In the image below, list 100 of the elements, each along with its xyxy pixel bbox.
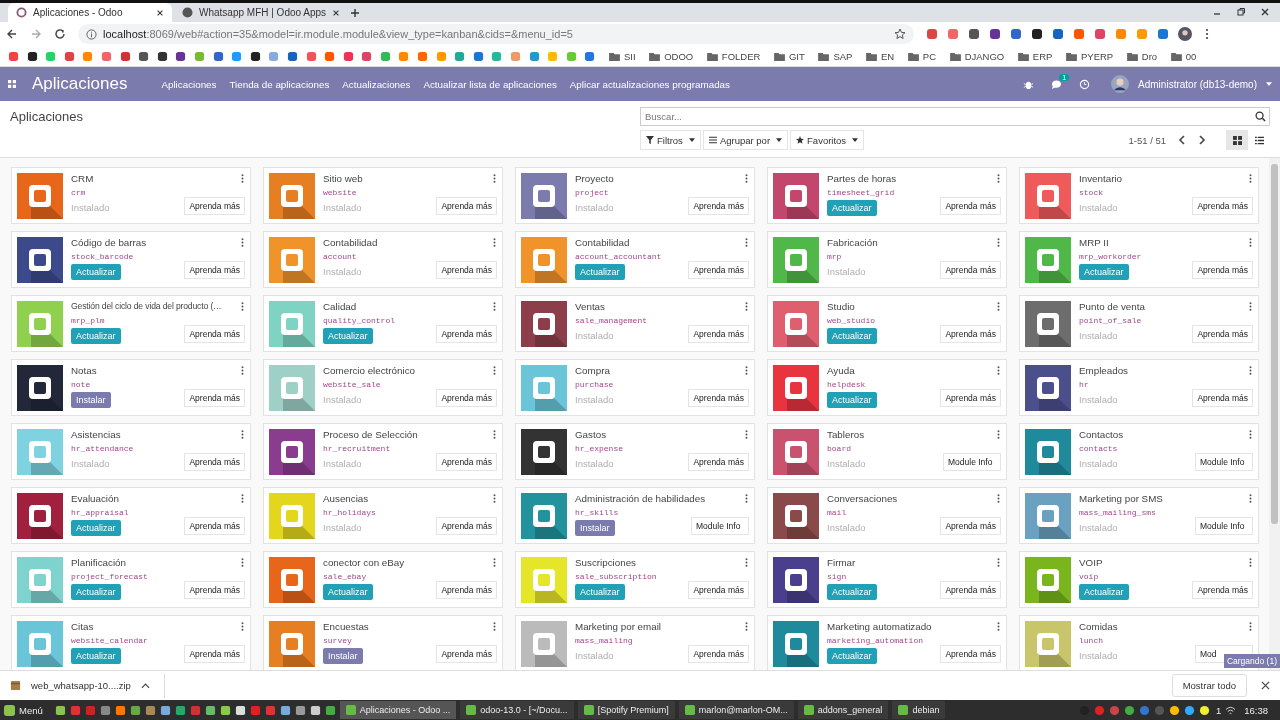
installed-label: Instalado (1079, 394, 1119, 405)
technical-name: mail (827, 508, 848, 517)
notification-count: 1 (1215, 704, 1222, 716)
app-name: Tableros (827, 429, 866, 442)
installed-label: Instalado (71, 202, 110, 213)
app-name: Firmar (827, 557, 857, 570)
technical-name: survey (323, 636, 353, 645)
app-name: Suscripciones (575, 557, 637, 570)
installed-label: Instalado (575, 394, 614, 405)
technical-name: stock (1079, 188, 1104, 197)
app-name: Gastos (575, 429, 608, 442)
clock: 16:38 (1244, 704, 1268, 716)
technical-name: sign (827, 572, 848, 581)
installed-label: Instalado (323, 266, 363, 277)
app-name: Sitio web (323, 173, 363, 186)
installed-label: Instalado (1079, 458, 1119, 469)
app-name: Notas (71, 365, 98, 378)
app-name: VOIP (1079, 557, 1104, 570)
app-name: Marketing automatizado (827, 621, 932, 634)
app-title: Aplicaciones (32, 74, 128, 94)
installed-label: Instalado (827, 522, 867, 533)
technical-name: hr_expense (575, 444, 623, 453)
installed-label: Instalado (323, 458, 363, 469)
technical-name: contacts (1079, 444, 1119, 453)
installed-label: Instalado (71, 458, 111, 469)
app-name: Citas (71, 621, 95, 634)
app-name: Partes de horas (827, 173, 897, 186)
technical-name: account_accountant (575, 252, 662, 261)
technical-name: point_of_sale (1079, 316, 1143, 325)
app-name: Código de barras (71, 237, 147, 250)
technical-name: mass_mailing_sms (1079, 508, 1157, 517)
installed-label: Instalado (575, 650, 615, 661)
technical-name: website (323, 188, 358, 197)
technical-name: hr_holidays (323, 508, 376, 517)
technical-name: hr (1079, 380, 1090, 389)
app-name: Conversaciones (827, 493, 898, 506)
installed-label: Instalado (323, 202, 363, 213)
technical-name: sale_subscription (575, 572, 657, 581)
app-name: Fabricación (827, 237, 878, 250)
technical-name: marketing_automation (827, 636, 924, 645)
installed-label: Instalado (1079, 522, 1119, 533)
technical-name: hr_appraisal (71, 508, 129, 517)
technical-name: quality_control (323, 316, 395, 325)
app-name: Empleados (1079, 365, 1128, 378)
installed-label: Instalado (827, 266, 867, 277)
app-name: Compra (575, 365, 611, 378)
technical-name: mass_mailing (575, 636, 634, 645)
installed-label: Instalado (1079, 650, 1118, 661)
technical-name: sale_ebay (323, 572, 368, 581)
technical-name: crm (71, 188, 87, 197)
technical-name: account (323, 252, 358, 261)
app-name: Proyecto (575, 173, 614, 186)
technical-name: project_forecast (71, 572, 148, 581)
installed-label: Instalado (575, 202, 614, 213)
app-name: Ventas (575, 301, 606, 314)
installed-label: Instalado (575, 458, 615, 469)
installed-label: Instalado (575, 330, 615, 341)
app-name: Calidad (323, 301, 358, 314)
technical-name: web_studio (827, 316, 876, 325)
technical-name: purchase (575, 380, 614, 389)
technical-name: voip (1079, 572, 1100, 581)
installed-label: Instalado (1079, 202, 1119, 213)
app-name: Contabilidad (323, 237, 378, 250)
app-name: Inventario (1079, 173, 1123, 186)
technical-name: lunch (1079, 636, 1104, 645)
technical-name: hr_recruitment (323, 444, 392, 453)
technical-name: website_calendar (71, 636, 148, 645)
app-name: Contactos (1079, 429, 1124, 442)
technical-name: sale_management (575, 316, 647, 325)
technical-name: mrp_plm (71, 316, 106, 325)
app-name: Administración de habilidades (575, 493, 706, 506)
loading-toast: Cargando (1) (1223, 654, 1280, 668)
app-name: Marketing por SMS (1079, 493, 1163, 506)
technical-name: hr_attendance (71, 444, 134, 453)
technical-name: hr_skills (575, 508, 620, 517)
app-name: MRP II (1079, 237, 1110, 250)
technical-name: board (827, 444, 852, 453)
app-name: Encuestas (323, 621, 369, 634)
app-name: Proceso de Selección (323, 429, 418, 442)
app-name: Ayuda (827, 365, 856, 378)
app-name: Contabilidad (575, 237, 631, 250)
technical-name: mrp_workorder (1079, 252, 1142, 261)
installed-label: Instalado (323, 522, 363, 533)
installed-label: Instalado (1079, 330, 1119, 341)
technical-name: stock_barcode (71, 252, 135, 261)
installed-label: Instalado (323, 394, 363, 405)
technical-name: timesheet_grid (827, 188, 896, 197)
technical-name: website_sale (323, 380, 382, 389)
pager-value: 1-51 / 51 (1128, 134, 1166, 146)
breadcrumb: Aplicaciones (10, 109, 83, 124)
app-name: CRM (71, 173, 95, 186)
technical-name: note (71, 380, 92, 389)
app-name: Marketing por email (575, 621, 662, 634)
app-name: Planificación (71, 557, 127, 570)
app-name: Punto de venta (1079, 301, 1145, 314)
app-name: Comercio electrónico (323, 365, 416, 378)
app-name: conector con eBay (323, 557, 405, 570)
app-name: Asistencias (71, 429, 122, 442)
app-name: Evaluación (71, 493, 120, 506)
technical-name: project (575, 188, 610, 197)
